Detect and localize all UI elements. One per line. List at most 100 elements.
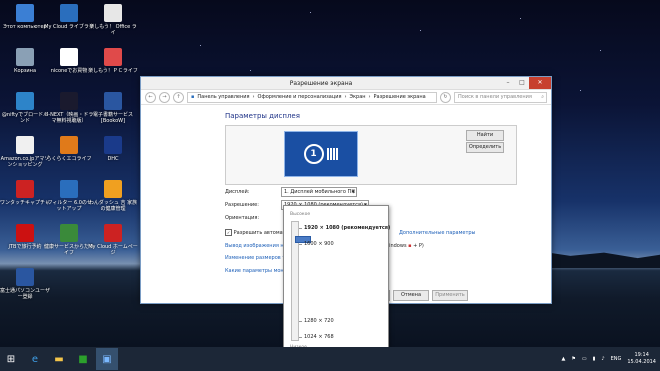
desktop-icon[interactable]: Amazon.co.jpアマゾンショッピング	[0, 136, 50, 176]
resolution-slider-track[interactable]	[291, 221, 311, 341]
desktop-icon[interactable]: My Cloud ホームページ	[88, 224, 138, 264]
resolution-option[interactable]: 1280 × 720	[304, 318, 334, 324]
minimize-button[interactable]: –	[501, 77, 515, 89]
desktop-icon[interactable]: 楽しもう！ Office ライ	[88, 4, 138, 44]
eco-life-icon	[60, 136, 78, 154]
desktop-icon[interactable]: niconeでお買物	[44, 48, 94, 88]
computer-icon	[16, 4, 34, 22]
desktop-icon[interactable]: DHC	[88, 136, 138, 176]
desktop-icon-label: 電子書籍サービス [BookoW]	[92, 112, 133, 124]
desktop-icon[interactable]: らくらくエコライフ	[44, 136, 94, 176]
desktop-icon[interactable]: JTBで旅行予約	[0, 224, 50, 264]
cloud-home-icon	[104, 224, 122, 242]
display-preview: 1 Найти Определить	[225, 125, 517, 185]
windows-logo-icon: ▪	[408, 243, 412, 249]
apply-button[interactable]: Применить	[432, 290, 468, 301]
unext-icon	[60, 92, 78, 110]
recycle-bin-icon	[16, 48, 34, 66]
show-hidden-icons-icon[interactable]: ▲	[562, 356, 566, 362]
display-select[interactable]: 1. Дисплей мобильного ПК ▼	[281, 187, 357, 197]
desktop-icon[interactable]: Корзина	[0, 48, 50, 88]
slider-tick	[299, 337, 302, 338]
flag-icon[interactable]: ⚑	[571, 356, 575, 362]
forward-arrow-icon[interactable]: →	[159, 91, 170, 103]
desktop-icon[interactable]: My Cloud ライブラリ	[44, 4, 94, 44]
system-tray: ▲ ⚑ ▭ ▮ ♪ ENG 19:14 15.04.2014	[562, 347, 656, 371]
monitor-icon[interactable]: 1	[284, 131, 358, 177]
desktop-icon[interactable]: 楽しもう！ＰＣライフ	[88, 48, 138, 88]
desktop-icon-label: Этот компьютер	[3, 24, 47, 30]
language-indicator[interactable]: ENG	[611, 356, 622, 362]
desktop-icon[interactable]: 健康サービスからだライフ	[44, 224, 94, 264]
filter-icon	[60, 180, 78, 198]
desktop-icon-label: らくらくエコライフ	[46, 156, 92, 162]
search-input[interactable]: Поиск в панели управления ⌕	[454, 91, 547, 103]
desktop-icon[interactable]: ワンタッチキャプチャ	[0, 180, 50, 220]
network-icon[interactable]: ▮	[593, 356, 596, 362]
back-arrow-icon[interactable]: ←	[145, 91, 156, 103]
slider-tick	[299, 228, 302, 229]
shopping-icon	[60, 48, 78, 66]
display-label: Дисплей:	[225, 189, 250, 195]
battery-icon[interactable]: ▭	[582, 356, 587, 362]
control-panel-icon: ▪	[191, 94, 195, 100]
resolution-dropdown-popup[interactable]: Высокое 1920 × 1080 (рекомендуется) 1600…	[283, 205, 390, 355]
file-explorer-icon[interactable]: ▬	[48, 348, 70, 370]
breadcrumb-item[interactable]: Разрешение экрана	[374, 94, 426, 100]
store-icon[interactable]: ■	[72, 348, 94, 370]
slider-tick	[299, 244, 302, 245]
breadcrumb-item[interactable]: Экран	[350, 94, 366, 100]
refresh-icon[interactable]: ↻	[440, 91, 451, 103]
up-arrow-icon[interactable]: ↑	[173, 91, 184, 103]
chevron-down-icon: ▼	[351, 189, 355, 194]
cloud-icon	[60, 4, 78, 22]
orientation-label: Ориентация:	[225, 215, 260, 221]
desktop-icon-label: iフィルター 6.0のセットアップ	[46, 200, 92, 212]
resolution-option[interactable]: 1024 × 768	[304, 334, 334, 340]
resolution-option[interactable]: 1600 × 900	[304, 241, 334, 247]
text-size-link[interactable]: Изменение размеров т	[225, 255, 285, 261]
desktop-icon[interactable]: iフィルター 6.0のセットアップ	[44, 180, 94, 220]
desktop-icon-label: 楽しもう！ Office ライ	[89, 24, 137, 36]
advanced-settings-link[interactable]: Дополнительные параметры	[399, 230, 475, 236]
breadcrumb-item[interactable]: Панель управления	[197, 94, 249, 100]
grid-icon	[326, 148, 339, 160]
breadcrumb-item[interactable]: Оформление и персонализация	[258, 94, 342, 100]
page-title: Параметры дисплея	[225, 112, 300, 120]
slider-tick	[299, 321, 302, 322]
identify-button[interactable]: Определить	[466, 142, 504, 153]
maximize-button[interactable]: □	[515, 77, 529, 89]
breadcrumb[interactable]: ▪ Панель управления › Оформление и персон…	[187, 91, 437, 103]
start-icon[interactable]: ⊞	[0, 348, 22, 370]
desktop-icon[interactable]: わんダッシュ 吉 家族の健康管理	[88, 180, 138, 220]
checkbox-icon[interactable]: ✓	[225, 229, 232, 236]
desktop-icon-label: @niftyでブロードバンド	[1, 112, 49, 124]
title-bar[interactable]: Разрешение экрана – □ ✕	[141, 77, 551, 90]
internet-explorer-icon[interactable]: e	[24, 348, 46, 370]
desktop-icon[interactable]: @niftyでブロードバンド	[0, 92, 50, 132]
resolution-option[interactable]: 1920 × 1080 (рекомендуется)	[304, 225, 390, 231]
amazon-icon	[16, 136, 34, 154]
desktop-icon[interactable]: 電子書籍サービス [BookoW]	[88, 92, 138, 132]
monitor-params-link[interactable]: Какие параметры мони	[225, 268, 287, 274]
capture-icon	[16, 180, 34, 198]
volume-icon[interactable]: ♪	[601, 356, 604, 362]
cancel-button[interactable]: Отмена	[393, 290, 429, 301]
project-link[interactable]: Вывод изображения на	[225, 243, 287, 249]
find-button[interactable]: Найти	[466, 130, 504, 141]
clock-time: 19:14	[634, 352, 649, 358]
close-button[interactable]: ✕	[529, 77, 551, 89]
desktop-icon[interactable]: Этот компьютер	[0, 4, 50, 44]
allow-checkbox[interactable]: ✓ Разрешить автомати	[225, 229, 289, 236]
nifty-icon	[16, 92, 34, 110]
clock[interactable]: 19:14 15.04.2014	[627, 352, 656, 366]
desktop-icon[interactable]: 富士通パソコンユーザー登録	[0, 268, 50, 308]
desktop-icon-label: 健康サービスからだライフ	[44, 244, 95, 256]
desktop-icon-label: My Cloud ライブラリ	[44, 24, 94, 30]
clock-date: 15.04.2014	[627, 359, 656, 365]
desktop-icon[interactable]: U-NEXT（映画・ドラマ無料視聴版）	[44, 92, 94, 132]
control-panel-icon[interactable]: ▣	[96, 348, 118, 370]
window-title: Разрешение экрана	[289, 79, 353, 87]
taskbar: ⊞ e ▬ ■ ▣ ▲ ⚑ ▭ ▮ ♪ ENG 19:14 15.04.2014	[0, 347, 660, 371]
health-service-icon	[60, 224, 78, 242]
